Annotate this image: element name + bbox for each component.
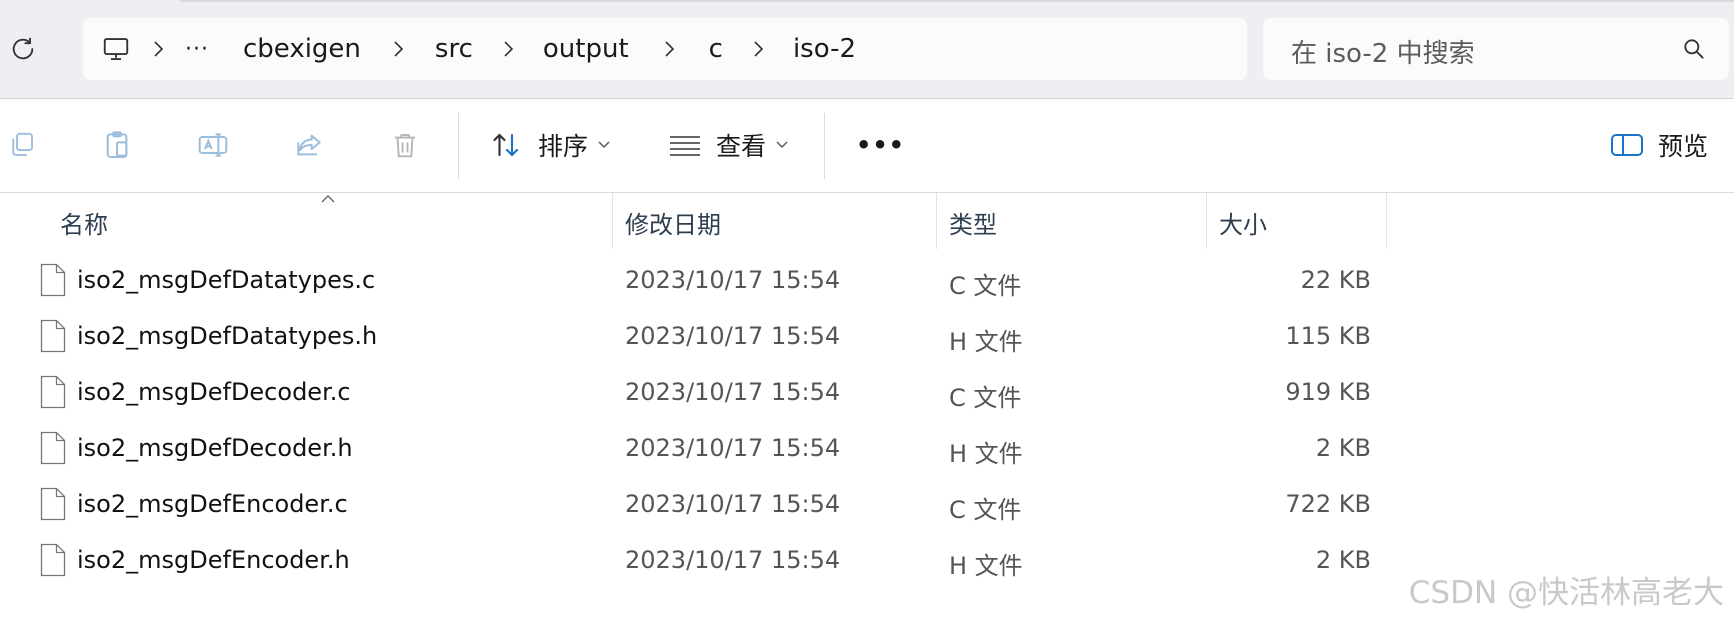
column-header-name[interactable]: 名称 <box>60 205 108 240</box>
view-button[interactable]: 查看 <box>668 123 788 167</box>
view-icon <box>668 133 702 157</box>
file-name: iso2_msgDefDecoder.c <box>77 378 351 406</box>
command-bar: 排序 查看 ••• 预览 <box>0 99 1734 193</box>
toolbar-divider <box>458 113 459 179</box>
table-row[interactable]: iso2_msgDefDatatypes.h 2023/10/17 15:54 … <box>0 310 1734 366</box>
file-type: C 文件 <box>949 496 1022 524</box>
file-name: iso2_msgDefEncoder.c <box>77 490 348 518</box>
chevron-right-icon[interactable] <box>723 40 793 58</box>
search-icon[interactable] <box>1681 36 1707 66</box>
file-size: 115 KB <box>1285 322 1371 350</box>
navigation-bar: ··· cbexigen src output c iso-2 在 iso-2 … <box>0 0 1734 99</box>
chevron-down-icon <box>776 141 788 149</box>
file-modified: 2023/10/17 15:54 <box>625 378 841 406</box>
chevron-down-icon <box>598 141 610 149</box>
more-options-button[interactable]: ••• <box>856 123 905 167</box>
column-divider[interactable] <box>1386 193 1387 249</box>
file-size: 2 KB <box>1315 546 1371 574</box>
column-divider[interactable] <box>612 193 613 249</box>
file-type: C 文件 <box>949 384 1022 412</box>
breadcrumb-item-c[interactable]: c <box>709 34 723 64</box>
file-modified: 2023/10/17 15:54 <box>625 322 841 350</box>
file-type: C 文件 <box>949 272 1022 300</box>
file-size: 919 KB <box>1285 378 1371 406</box>
file-icon <box>40 319 66 357</box>
file-size: 22 KB <box>1300 266 1371 294</box>
file-icon <box>40 263 66 301</box>
file-icon <box>40 543 66 581</box>
sort-ascending-icon <box>320 189 336 208</box>
more-options-label: ••• <box>856 131 906 159</box>
table-row[interactable]: iso2_msgDefDatatypes.c 2023/10/17 15:54 … <box>0 254 1734 310</box>
view-label: 查看 <box>716 132 767 161</box>
file-modified: 2023/10/17 15:54 <box>625 490 841 518</box>
breadcrumb-item-cbexigen[interactable]: cbexigen <box>243 34 361 64</box>
copy-icon[interactable] <box>4 127 40 163</box>
computer-icon[interactable] <box>101 34 131 64</box>
breadcrumb-label: iso-2 <box>792 34 857 64</box>
breadcrumb-item-iso-2[interactable]: iso-2 <box>793 34 856 64</box>
chevron-right-icon[interactable] <box>629 40 709 58</box>
table-row[interactable]: iso2_msgDefEncoder.c 2023/10/17 15:54 C … <box>0 478 1734 534</box>
search-placeholder: 在 iso-2 中搜索 <box>1291 39 1475 69</box>
watermark: CSDN @快活林高老大 <box>1408 575 1724 611</box>
column-divider[interactable] <box>936 193 937 249</box>
file-modified: 2023/10/17 15:54 <box>625 546 841 574</box>
preview-pane-icon <box>1610 132 1644 158</box>
chevron-right-icon[interactable] <box>473 40 543 58</box>
breadcrumb-label: cbexigen <box>242 34 361 64</box>
chevron-right-icon[interactable] <box>361 40 435 58</box>
share-icon[interactable] <box>291 127 327 163</box>
preview-label: 预览 <box>1658 132 1709 161</box>
sort-icon <box>490 130 524 160</box>
file-modified: 2023/10/17 15:54 <box>625 434 841 462</box>
file-name: iso2_msgDefDatatypes.c <box>77 266 376 294</box>
rename-icon[interactable] <box>195 127 231 163</box>
file-size: 722 KB <box>1285 490 1371 518</box>
file-name: iso2_msgDefEncoder.h <box>77 546 350 574</box>
sort-label: 排序 <box>538 132 589 161</box>
file-name: iso2_msgDefDatatypes.h <box>77 322 378 350</box>
chevron-right-icon[interactable] <box>131 40 185 58</box>
sort-button[interactable]: 排序 <box>490 123 610 167</box>
table-row[interactable]: iso2_msgDefDecoder.c 2023/10/17 15:54 C … <box>0 366 1734 422</box>
breadcrumb-separator[interactable] <box>131 40 185 58</box>
search-input[interactable]: 在 iso-2 中搜索 <box>1263 18 1729 80</box>
file-type: H 文件 <box>949 552 1023 580</box>
breadcrumb-item-output[interactable]: output <box>543 34 629 64</box>
column-header: 名称 修改日期 类型 大小 <box>0 193 1734 249</box>
address-bar[interactable]: ··· cbexigen src output c iso-2 <box>83 18 1247 80</box>
file-type: H 文件 <box>949 328 1023 356</box>
file-type: H 文件 <box>949 440 1023 468</box>
breadcrumb-ellipsis-label: ··· <box>185 36 209 62</box>
file-name: iso2_msgDefDecoder.h <box>77 434 353 462</box>
refresh-icon[interactable] <box>8 34 38 64</box>
column-header-size[interactable]: 大小 <box>1219 205 1267 240</box>
paste-icon[interactable] <box>99 127 135 163</box>
delete-icon[interactable] <box>387 127 423 163</box>
breadcrumb-item-src[interactable]: src <box>435 34 473 64</box>
breadcrumb-label: output <box>542 34 629 64</box>
breadcrumb-ellipsis[interactable]: ··· <box>185 37 209 62</box>
table-row[interactable]: iso2_msgDefDecoder.h 2023/10/17 15:54 H … <box>0 422 1734 478</box>
file-icon <box>40 487 66 525</box>
column-header-modified[interactable]: 修改日期 <box>625 205 721 240</box>
column-divider[interactable] <box>1206 193 1207 249</box>
breadcrumb-label: c <box>708 34 723 64</box>
file-icon <box>40 375 66 413</box>
file-modified: 2023/10/17 15:54 <box>625 266 841 294</box>
column-header-type[interactable]: 类型 <box>949 205 997 240</box>
window-edge-line <box>180 0 1734 2</box>
preview-pane-button[interactable]: 预览 <box>1610 123 1708 167</box>
toolbar-divider <box>824 113 825 179</box>
breadcrumb-label: src <box>434 34 473 64</box>
file-icon <box>40 431 66 469</box>
file-size: 2 KB <box>1315 434 1371 462</box>
